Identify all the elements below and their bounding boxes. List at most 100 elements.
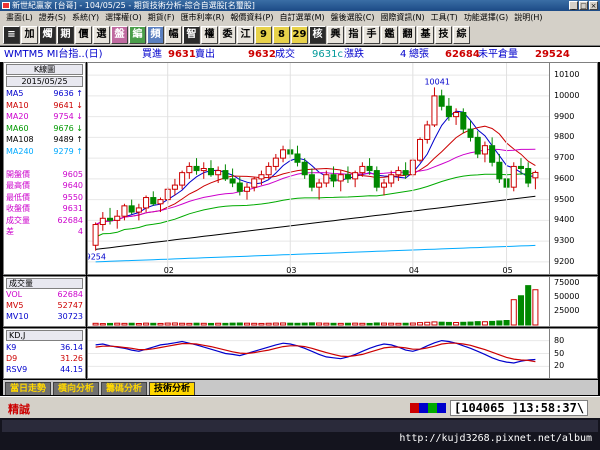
candle-body xyxy=(424,124,431,140)
taskbar: http://kujd3268.pixnet.net/album xyxy=(0,418,600,450)
legend-label: 收盤價 xyxy=(6,204,30,213)
menu-item-4[interactable]: 期貨(F) xyxy=(145,11,178,24)
toolbar-button-11[interactable]: 權 xyxy=(201,25,218,44)
toolbar-button-16[interactable]: 29 xyxy=(291,25,308,44)
toolbar-button-15[interactable]: 8 xyxy=(273,25,290,44)
candle xyxy=(272,153,279,171)
volume-bar xyxy=(107,322,114,326)
maximize-icon[interactable]: □ xyxy=(579,1,588,10)
candle-body xyxy=(402,170,409,176)
volume-bar xyxy=(143,322,150,326)
volume-bar xyxy=(402,322,409,326)
toolbar-button-2[interactable]: 燭 xyxy=(39,25,56,44)
candle-body xyxy=(128,205,135,213)
legend-value: 9754 ↓ xyxy=(53,112,83,121)
candle-body xyxy=(150,197,157,205)
toolbar-button-23[interactable]: 基 xyxy=(417,25,434,44)
menu-item-8[interactable]: 盤後選股(C) xyxy=(328,11,378,24)
toolbar-button-25[interactable]: 綜 xyxy=(453,25,470,44)
toolbar-button-0[interactable]: ≡ xyxy=(3,25,20,44)
toolbar-button-13[interactable]: 江 xyxy=(237,25,254,44)
volume-bar xyxy=(272,322,279,326)
toolbar-button-3[interactable]: 期 xyxy=(57,25,74,44)
menu-item-0[interactable]: 畫面(L) xyxy=(3,11,36,24)
tab-1[interactable]: 橫向分析 xyxy=(53,382,100,395)
candle-body xyxy=(294,153,301,163)
legend-label: MA240 xyxy=(6,146,34,156)
tab-0[interactable]: 當日走勢 xyxy=(5,382,52,395)
menu-item-11[interactable]: 功能選擇(G) xyxy=(461,11,511,24)
legend-label: MV10 xyxy=(6,312,29,321)
minimize-icon[interactable]: _ xyxy=(569,1,578,10)
taskbar-inner xyxy=(2,420,598,432)
volume-bar xyxy=(265,322,272,326)
legend-value: 31.26 xyxy=(60,354,83,363)
legend-row: D9 31.26 xyxy=(6,354,83,364)
candle-body xyxy=(532,171,539,179)
candle-body xyxy=(474,136,481,155)
toolbar-button-14[interactable]: 9 xyxy=(255,25,272,44)
close-icon[interactable]: × xyxy=(589,1,598,10)
menu-item-10[interactable]: 工具(T) xyxy=(428,11,461,24)
toolbar-button-10[interactable]: 智 xyxy=(183,25,200,44)
tab-3[interactable]: 技術分析 xyxy=(149,382,196,395)
toolbar-button-22[interactable]: 翻 xyxy=(399,25,416,44)
toolbar-button-24[interactable]: 技 xyxy=(435,25,452,44)
candle-body xyxy=(337,174,344,182)
volume-legend: 成交量 VOL 62684 MV5 52747 MV10 30723 xyxy=(3,276,86,327)
volume-bar xyxy=(135,322,142,326)
tab-2[interactable]: 籌碼分析 xyxy=(101,382,148,395)
toolbar-button-9[interactable]: 幅 xyxy=(165,25,182,44)
candle xyxy=(453,108,460,125)
volume-bar xyxy=(431,321,438,326)
menu-item-1[interactable]: 證券(S) xyxy=(36,11,69,24)
menu-item-9[interactable]: 國際資訊(N) xyxy=(377,11,427,24)
menu-item-5[interactable]: 匯市利率(R) xyxy=(178,11,228,24)
chart-type-label[interactable]: K線圖 xyxy=(6,64,83,75)
toolbar-button-21[interactable]: 鑑 xyxy=(381,25,398,44)
menu-item-7[interactable]: 自訂選單(M) xyxy=(276,11,327,24)
candle xyxy=(481,141,488,163)
menu-item-3[interactable]: 選擇權(O) xyxy=(102,11,145,24)
candle-body xyxy=(258,174,265,180)
volume-bar xyxy=(150,322,157,326)
legend-row: 最高價 9640 xyxy=(6,180,83,191)
toolbar-button-18[interactable]: 興 xyxy=(327,25,344,44)
toolbar-button-12[interactable]: 委 xyxy=(219,25,236,44)
toolbar: ≡ 加燭期價選盤編頻幅智權委江 9 8 29 核興指手鑑翻基技綜 xyxy=(0,24,600,46)
candle xyxy=(460,108,467,134)
kd-chart[interactable] xyxy=(87,328,550,379)
legend-label: 差 xyxy=(6,227,14,236)
ma20-line xyxy=(95,148,536,225)
toolbar-button-1[interactable]: 加 xyxy=(21,25,38,44)
menu-item-6[interactable]: 報價資料(P) xyxy=(227,11,276,24)
candle-body xyxy=(179,172,186,186)
toolbar-button-6[interactable]: 盤 xyxy=(111,25,128,44)
volume-bar xyxy=(460,321,467,326)
menu-item-2[interactable]: 系統(Y) xyxy=(69,11,102,24)
toolbar-button-17[interactable]: 核 xyxy=(309,25,326,44)
candle xyxy=(222,164,229,181)
volume-bar xyxy=(517,295,524,326)
toolbar-button-20[interactable]: 手 xyxy=(363,25,380,44)
toolbar-button-8[interactable]: 頻 xyxy=(147,25,164,44)
candle xyxy=(352,170,359,188)
volume-bar xyxy=(503,320,510,326)
toolbar-button-5[interactable]: 選 xyxy=(93,25,110,44)
candle xyxy=(193,158,200,175)
symbol-name[interactable]: WMTM5 MI台指..(日) xyxy=(4,47,103,62)
candle xyxy=(373,166,380,192)
candlestick-chart[interactable]: 10041 9254 02 03 04 05 xyxy=(86,62,550,275)
toolbar-button-7[interactable]: 編 xyxy=(129,25,146,44)
candle xyxy=(380,178,388,196)
legend-row: MA5 9636 ↑ xyxy=(6,88,83,99)
toolbar-button-4[interactable]: 價 xyxy=(75,25,92,44)
volume-bar xyxy=(330,322,337,326)
open-interest-value: 29524 xyxy=(535,49,570,60)
toolbar-button-19[interactable]: 指 xyxy=(345,25,362,44)
volume-chart[interactable] xyxy=(87,276,550,327)
candle xyxy=(438,89,445,111)
volume-bar xyxy=(388,322,395,326)
menu-item-12[interactable]: 說明(H) xyxy=(511,11,545,24)
candle xyxy=(280,145,287,163)
